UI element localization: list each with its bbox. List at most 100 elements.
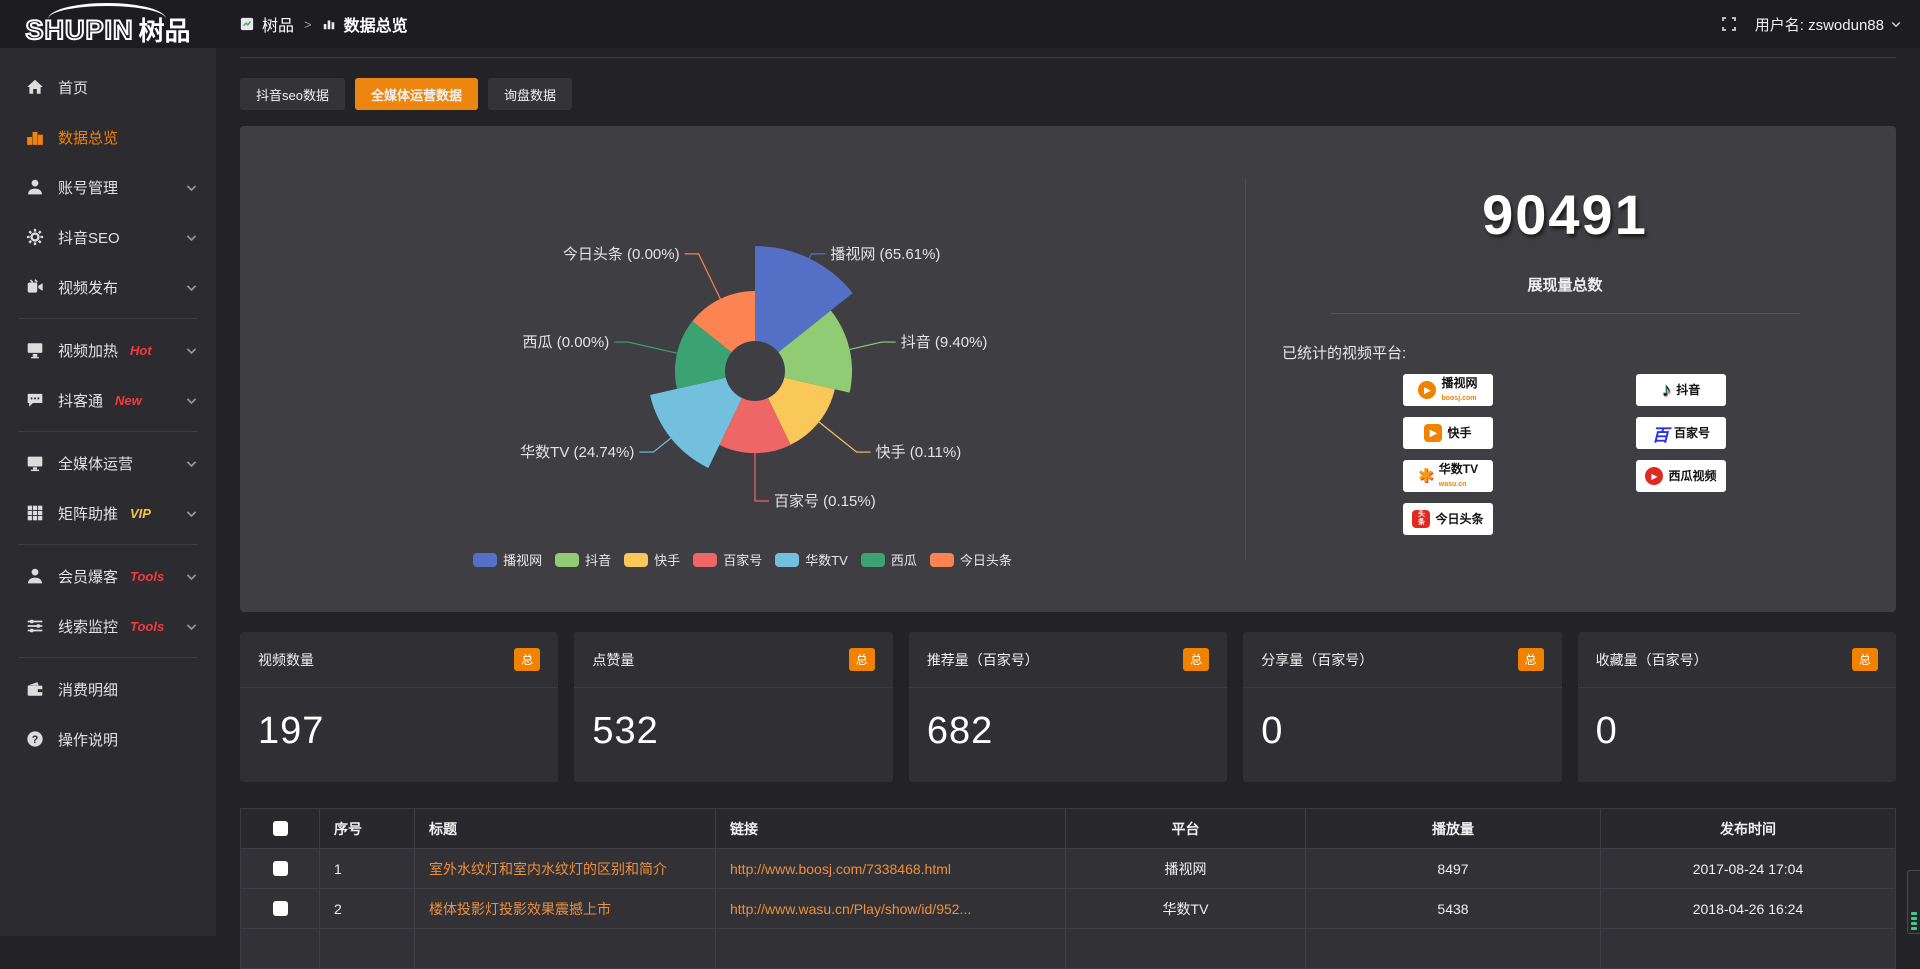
legend-item-快手[interactable]: 快手: [624, 550, 680, 569]
platform-name: 快手: [1447, 427, 1471, 440]
row-checkbox[interactable]: [273, 861, 288, 876]
sidebar-item-label: 视频加热: [58, 340, 118, 361]
logo-latin: SHUPIN: [25, 17, 133, 44]
stat-card-value: 0: [1243, 688, 1561, 753]
legend-item-抖音[interactable]: 抖音: [555, 550, 611, 569]
edge-widget[interactable]: [1907, 870, 1920, 934]
xigua-logo-icon: ▶: [1645, 467, 1663, 485]
platform-badge-抖音[interactable]: ♪抖音: [1636, 374, 1726, 406]
legend-label: 播视网: [503, 550, 542, 569]
stat-card-value: 197: [240, 688, 558, 753]
sidebar-item-badge: New: [115, 393, 142, 408]
sidebar-item-消费明细[interactable]: 消费明细: [0, 664, 216, 714]
platform-badge-今日头条[interactable]: 头条今日头条: [1403, 503, 1493, 535]
total-badge[interactable]: 总: [1518, 648, 1544, 671]
pie-label: 播视网 (65.61%): [830, 246, 940, 263]
sidebar-item-label: 消费明细: [58, 679, 118, 700]
tab-全媒体运营数据[interactable]: 全媒体运营数据: [355, 78, 478, 110]
cell-url-link[interactable]: http://www.wasu.cn/Play/show/id/952...: [730, 901, 971, 917]
sidebar-item-会员爆客[interactable]: 会员爆客Tools: [0, 551, 216, 601]
sidebar-item-label: 矩阵助推: [58, 503, 118, 524]
sidebar-item-操作说明[interactable]: ?操作说明: [0, 714, 216, 764]
platform-name: 今日头条: [1435, 513, 1483, 526]
stat-card-点赞量: 点赞量总532: [574, 632, 892, 782]
platform-badge-column-1: ▶播视网boosj.com▶快手✱华数TVwasu.cn头条今日头条: [1403, 374, 1493, 535]
sliders-icon: [26, 617, 44, 635]
platform-badge-华数TV[interactable]: ✱华数TVwasu.cn: [1403, 460, 1493, 492]
legend-item-百家号[interactable]: 百家号: [693, 550, 762, 569]
cell-url-link[interactable]: http://www.boosj.com/7338468.html: [730, 861, 951, 877]
legend-item-今日头条[interactable]: 今日头条: [930, 550, 1012, 569]
legend-swatch: [861, 553, 885, 567]
platform-badge-西瓜视频[interactable]: ▶西瓜视频: [1636, 460, 1726, 492]
platform-badge-百家号[interactable]: 百百家号: [1636, 417, 1726, 449]
total-badge[interactable]: 总: [849, 648, 875, 671]
sidebar-group-divider: [18, 431, 198, 432]
sidebar-item-线索监控[interactable]: 线索监控Tools: [0, 601, 216, 651]
breadcrumb-root[interactable]: 树品: [262, 12, 294, 36]
boosj-logo-icon: ▶: [1418, 381, 1436, 399]
pie-label: 抖音 (9.40%): [901, 334, 988, 351]
cell-published: 2017-08-24 17:04: [1601, 849, 1895, 888]
chevron-down-icon: [185, 620, 198, 633]
sidebar-item-全媒体运营[interactable]: 全媒体运营: [0, 438, 216, 488]
platform-subtext: boosj.com: [1441, 395, 1476, 402]
legend-label: 华数TV: [805, 550, 848, 569]
wasu-logo-icon: ✱: [1418, 467, 1434, 486]
sidebar-item-抖客通[interactable]: 抖客通New: [0, 375, 216, 425]
total-badge[interactable]: 总: [1852, 648, 1878, 671]
logo-arc: [48, 3, 166, 19]
douyin-logo-icon: ♪: [1662, 381, 1672, 400]
breadcrumb: 树品 > 数据总览: [240, 12, 408, 36]
app-logo[interactable]: SHUPIN 树品: [0, 0, 216, 48]
chat-icon: [26, 391, 44, 409]
chevron-down-icon: [185, 507, 198, 520]
legend-item-播视网[interactable]: 播视网: [473, 550, 542, 569]
cell-title-link[interactable]: 楼体投影灯投影效果震撼上市: [429, 899, 611, 919]
pie-label-line: [850, 342, 896, 349]
row-checkbox[interactable]: [273, 901, 288, 916]
tab-询盘数据[interactable]: 询盘数据: [488, 78, 572, 110]
pie-slice-华数TV[interactable]: [650, 378, 742, 468]
cell-title-link[interactable]: 室外水纹灯和室内水纹灯的区别和简介: [429, 859, 667, 879]
chart-panel: 播视网 (65.61%)抖音 (9.40%)快手 (0.11%)百家号 (0.1…: [240, 126, 1896, 612]
pie-label: 快手 (0.11%): [876, 444, 962, 461]
select-all-checkbox[interactable]: [273, 821, 288, 836]
legend-item-西瓜[interactable]: 西瓜: [861, 550, 917, 569]
stat-card-header: 收藏量（百家号）总: [1578, 632, 1896, 688]
rose-pie-chart[interactable]: 播视网 (65.61%)抖音 (9.40%)快手 (0.11%)百家号 (0.1…: [240, 126, 1245, 612]
username-label[interactable]: 用户名: zswodun88: [1755, 14, 1884, 35]
sidebar-item-抖音SEO[interactable]: 抖音SEO: [0, 212, 216, 262]
platform-badge-播视网[interactable]: ▶播视网boosj.com: [1403, 374, 1493, 406]
pie-label: 西瓜 (0.00%): [523, 334, 610, 351]
legend-label: 抖音: [585, 550, 611, 569]
total-badge[interactable]: 总: [1183, 648, 1209, 671]
table-row: 2楼体投影灯投影效果震撼上市http://www.wasu.cn/Play/sh…: [241, 889, 1895, 929]
pie-label-line: [755, 453, 769, 501]
sidebar-item-视频加热[interactable]: 视频加热 Hot: [0, 325, 216, 375]
stat-card-header: 推荐量（百家号）总: [909, 632, 1227, 688]
user-menu-chevron-icon[interactable]: [1890, 18, 1902, 30]
fullscreen-icon[interactable]: [1721, 16, 1737, 32]
sidebar: 首页数据总览账号管理抖音SEO视频发布视频加热Hot抖客通New全媒体运营矩阵助…: [0, 48, 216, 936]
column-header-平台: 平台: [1066, 809, 1306, 848]
sidebar-item-账号管理[interactable]: 账号管理: [0, 162, 216, 212]
chevron-down-icon: [185, 344, 198, 357]
stat-card-value: 682: [909, 688, 1227, 753]
sidebar-item-数据总览[interactable]: 数据总览: [0, 112, 216, 162]
total-badge[interactable]: 总: [514, 648, 540, 671]
stat-card-label: 点赞量: [592, 650, 634, 670]
legend-item-华数TV[interactable]: 华数TV: [775, 550, 848, 569]
breadcrumb-current[interactable]: 数据总览: [344, 12, 408, 36]
sidebar-item-badge: Hot: [130, 343, 152, 358]
breadcrumb-root-icon: [240, 17, 254, 31]
sidebar-item-视频发布[interactable]: 视频发布: [0, 262, 216, 312]
overview-divider: [1330, 313, 1800, 314]
platform-badge-快手[interactable]: ▶快手: [1403, 417, 1493, 449]
cell-plays: 5438: [1306, 889, 1601, 928]
sidebar-item-首页[interactable]: 首页: [0, 62, 216, 112]
sidebar-item-矩阵助推[interactable]: 矩阵助推VIP: [0, 488, 216, 538]
stat-card-header: 点赞量 总: [574, 632, 892, 688]
tab-抖音seo数据[interactable]: 抖音seo数据: [240, 78, 345, 110]
breadcrumb-separator: >: [304, 17, 312, 32]
